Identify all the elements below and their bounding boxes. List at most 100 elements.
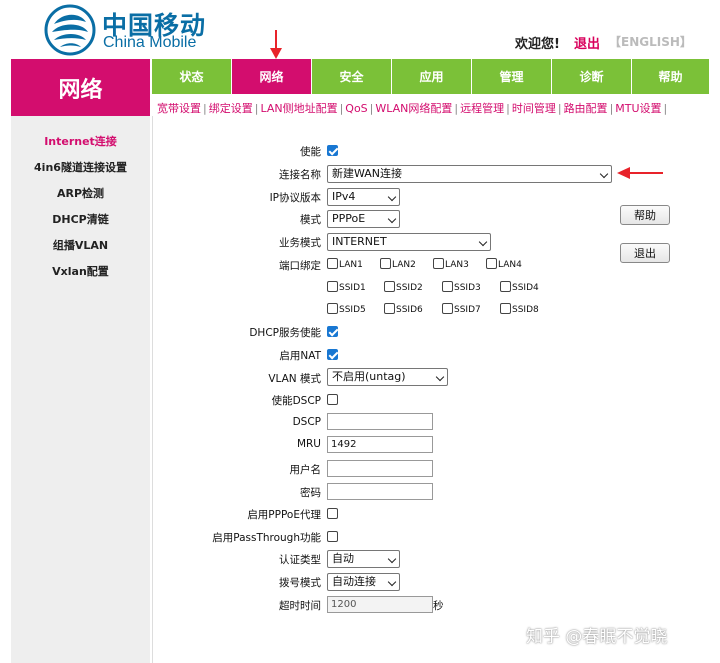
chevron-down-icon (387, 554, 397, 564)
subnav-separator: | (663, 102, 668, 115)
port-lan3-checkbox[interactable] (433, 258, 444, 269)
timeout-unit: 秒 (433, 600, 444, 612)
chevron-down-icon (387, 192, 397, 202)
port-ssid1-checkbox[interactable] (327, 281, 338, 292)
logout-link[interactable]: 退出 (574, 33, 600, 52)
subnav-separator: | (254, 102, 259, 115)
dial-mode-select[interactable]: 自动连接 (327, 573, 400, 591)
ip-version-select[interactable]: IPv4 (327, 188, 400, 206)
tab-help[interactable]: 帮助 (632, 59, 709, 94)
subnav-remote[interactable]: 远程管理 (460, 102, 504, 115)
subnav-qos[interactable]: QoS (345, 102, 367, 115)
subnav-separator: | (506, 102, 510, 115)
conn-name-select[interactable]: 新建WAN连接 (327, 165, 612, 183)
sidebar-item-4in6[interactable]: 4in6隧道连接设置 (11, 159, 150, 175)
port-lan1-checkbox[interactable] (327, 258, 338, 269)
service-mode-select[interactable]: INTERNET (327, 233, 491, 251)
mode-label: 模式 (300, 214, 321, 226)
service-mode-value: INTERNET (332, 235, 387, 248)
auth-type-value: 自动 (332, 552, 354, 565)
port-lan1-label: LAN1 (339, 260, 363, 270)
subnav-separator: | (339, 102, 344, 115)
subnav-lan-address[interactable]: LAN侧地址配置 (260, 102, 337, 115)
subnav-wlan[interactable]: WLAN网络配置 (375, 102, 452, 115)
subnav-separator: | (557, 102, 562, 115)
sidebar-item-multicast-vlan[interactable]: 组播VLAN (11, 237, 150, 253)
pppoe-proxy-checkbox[interactable] (327, 508, 338, 519)
tab-diagnosis[interactable]: 诊断 (552, 59, 631, 94)
mru-input[interactable]: 1492 (327, 436, 433, 453)
port-ssid6-checkbox[interactable] (384, 303, 395, 314)
mru-label: MRU (296, 438, 321, 450)
enable-checkbox[interactable] (327, 145, 338, 156)
tab-security[interactable]: 安全 (312, 59, 391, 94)
sidebar-item-arp[interactable]: ARP检测 (11, 185, 150, 201)
passthrough-label: 启用PassThrough功能 (212, 532, 321, 544)
port-ssid5-checkbox[interactable] (327, 303, 338, 314)
port-ssid8-checkbox[interactable] (500, 303, 511, 314)
dscp-enable-checkbox[interactable] (327, 394, 338, 405)
mode-select[interactable]: PPPoE (327, 210, 400, 228)
chevron-down-icon (599, 169, 609, 179)
auth-type-select[interactable]: 自动 (327, 550, 400, 568)
sub-nav: 宽带设置 | 绑定设置 | LAN侧地址配置 | QoS | WLAN网络配置 | 远程管理 | 时间管… (157, 100, 669, 116)
pppoe-proxy-label: 启用PPPoE代理 (247, 509, 321, 521)
port-lan4-checkbox[interactable] (486, 258, 497, 269)
conn-name-value: 新建WAN连接 (332, 167, 403, 180)
china-mobile-logo-icon (44, 4, 96, 56)
tab-status[interactable]: 状态 (152, 59, 231, 94)
subnav-separator: | (369, 102, 374, 115)
content-panel (152, 116, 709, 663)
china-mobile-logo: 中国移动 China Mobile (44, 4, 214, 56)
watermark: 知乎 @春眠不觉晓 (526, 627, 668, 647)
auth-type-label: 认证类型 (279, 554, 321, 566)
enable-label: 使能 (300, 146, 321, 158)
dhcp-checkbox[interactable] (327, 326, 338, 337)
port-ssid7-label: SSID7 (454, 305, 481, 315)
red-arrow-down-icon (270, 30, 282, 59)
dial-mode-value: 自动连接 (332, 575, 376, 588)
english-link[interactable]: 【ENGLISH】 (609, 33, 692, 50)
subnav-route[interactable]: 路由配置 (564, 102, 608, 115)
exit-button[interactable]: 退出 (620, 243, 670, 263)
tab-application[interactable]: 应用 (392, 59, 471, 94)
subnav-time[interactable]: 时间管理 (512, 102, 556, 115)
chevron-down-icon (478, 237, 488, 247)
port-ssid2-label: SSID2 (396, 283, 423, 293)
service-mode-label: 业务模式 (279, 237, 321, 249)
timeout-input[interactable]: 1200 (327, 596, 433, 613)
dscp-enable-label: 使能DSCP (271, 395, 321, 407)
username-input[interactable] (327, 460, 433, 477)
red-arrow-left-icon (617, 167, 663, 179)
nat-checkbox[interactable] (327, 349, 338, 360)
port-ssid4-checkbox[interactable] (500, 281, 511, 292)
password-input[interactable] (327, 483, 433, 500)
port-lan3-label: LAN3 (445, 260, 469, 270)
tab-management[interactable]: 管理 (472, 59, 551, 94)
port-lan2-checkbox[interactable] (380, 258, 391, 269)
port-binding-label: 端口绑定 (279, 260, 321, 272)
passthrough-checkbox[interactable] (327, 531, 338, 542)
conn-name-label: 连接名称 (279, 169, 321, 181)
tab-network[interactable]: 网络 (232, 59, 311, 94)
subnav-binding[interactable]: 绑定设置 (209, 102, 253, 115)
port-ssid2-checkbox[interactable] (384, 281, 395, 292)
subnav-mtu[interactable]: MTU设置 (615, 102, 661, 115)
main-nav: 状态 网络 安全 应用 管理 诊断 帮助 (152, 59, 709, 94)
port-lan2-label: LAN2 (392, 260, 416, 270)
subnav-separator: | (609, 102, 614, 115)
ip-version-value: IPv4 (332, 190, 356, 203)
port-ssid8-label: SSID8 (512, 305, 539, 315)
dscp-input[interactable] (327, 413, 433, 430)
vlan-mode-select[interactable]: 不启用(untag) (327, 368, 448, 386)
mode-value: PPPoE (332, 212, 366, 225)
port-lan4-label: LAN4 (498, 260, 522, 270)
subnav-separator: | (454, 102, 459, 115)
sidebar-item-internet[interactable]: Internet连接 (11, 133, 150, 149)
subnav-broadband[interactable]: 宽带设置 (157, 102, 201, 115)
sidebar-item-dhcp[interactable]: DHCP清链 (11, 211, 150, 227)
sidebar-item-vxlan[interactable]: Vxlan配置 (11, 263, 150, 279)
port-ssid3-checkbox[interactable] (442, 281, 453, 292)
port-ssid7-checkbox[interactable] (442, 303, 453, 314)
help-button[interactable]: 帮助 (620, 205, 670, 225)
